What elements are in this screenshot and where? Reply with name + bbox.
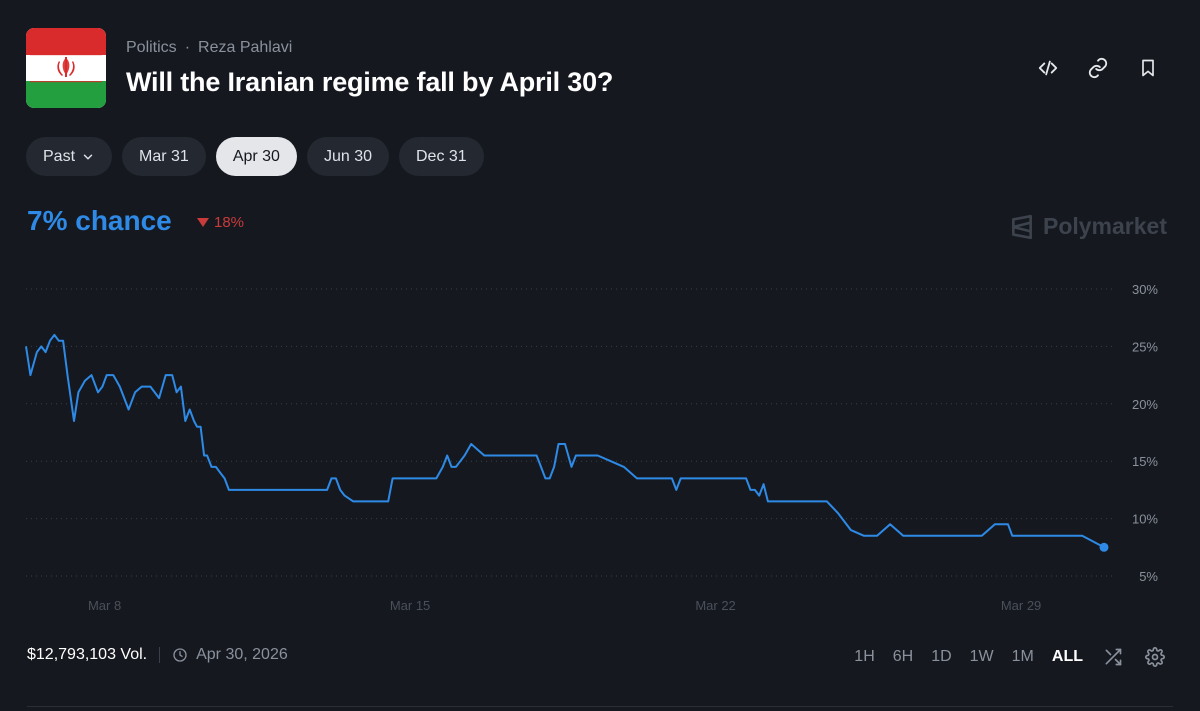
shuffle-button[interactable] <box>1101 645 1125 669</box>
breadcrumb-separator: · <box>184 39 191 56</box>
date-tabs: Past Mar 31 Apr 30 Jun 30 Dec 31 <box>26 137 484 176</box>
gear-icon <box>1145 647 1165 667</box>
clock-icon <box>173 648 187 662</box>
breadcrumb-subcategory[interactable]: Reza Pahlavi <box>198 39 292 57</box>
link-icon <box>1088 57 1108 79</box>
brand-name: Polymarket <box>1042 213 1167 239</box>
tab-past[interactable]: Past <box>26 137 113 176</box>
breadcrumb: Politics · Reza Pahlavi <box>126 39 292 57</box>
tab-mar-31[interactable]: Mar 31 <box>122 137 206 176</box>
triangle-down-icon <box>197 217 209 227</box>
x-tick-label: Mar 29 <box>1001 598 1041 613</box>
y-tick-label: 10% <box>1132 512 1158 527</box>
change-value: 18% <box>214 214 245 231</box>
range-1m[interactable]: 1M <box>1012 648 1034 666</box>
range-1h[interactable]: 1H <box>854 648 874 666</box>
price-chart[interactable]: 30% 25% 20% 15% 10% 5% Mar 8 Mar 15 Mar 22 Mar 29 <box>0 260 1200 620</box>
embed-button[interactable] <box>1036 56 1060 80</box>
page-title: Will the Iranian regime fall by April 30… <box>126 67 614 97</box>
iran-flag-icon <box>26 28 106 108</box>
tab-label: Apr 30 <box>232 147 280 165</box>
market-footer: $12,793,103 Vol. Apr 30, 2026 <box>27 646 288 664</box>
market-page: Politics · Reza Pahlavi Will the Iranian… <box>0 0 1200 711</box>
bottom-divider <box>27 706 1173 707</box>
y-tick-label: 15% <box>1132 454 1158 469</box>
range-6h[interactable]: 6H <box>893 648 913 666</box>
range-selector: 1H 6H 1D 1W 1M ALL <box>854 645 1167 669</box>
tab-label: Jun 30 <box>323 147 372 165</box>
y-tick-label: 5% <box>1139 569 1158 584</box>
settings-button[interactable] <box>1143 645 1167 669</box>
bookmark-button[interactable] <box>1136 56 1160 80</box>
copy-link-button[interactable] <box>1086 56 1110 80</box>
divider <box>159 647 161 663</box>
shuffle-icon <box>1105 648 1122 666</box>
x-tick-label: Mar 22 <box>695 598 735 613</box>
y-tick-label: 20% <box>1132 397 1158 412</box>
x-tick-label: Mar 15 <box>390 598 430 613</box>
polymarket-logo: Polymarket <box>1009 213 1167 240</box>
change-indicator: 18% <box>197 214 244 231</box>
tab-label: Past <box>43 147 76 165</box>
range-1w[interactable]: 1W <box>970 648 994 666</box>
range-all[interactable]: ALL <box>1052 648 1083 666</box>
y-tick-label: 30% <box>1132 282 1158 297</box>
tab-label: Mar 31 <box>139 147 189 165</box>
tab-jun-30[interactable]: Jun 30 <box>306 137 389 176</box>
polymarket-icon <box>1012 214 1032 239</box>
end-date-text: Apr 30, 2026 <box>196 646 288 663</box>
volume: $12,793,103 Vol. <box>27 646 148 663</box>
tab-label: Dec 31 <box>416 147 467 165</box>
range-1d[interactable]: 1D <box>931 648 951 666</box>
x-tick-label: Mar 8 <box>88 598 121 613</box>
series-line <box>25 333 1105 549</box>
tab-dec-31[interactable]: Dec 31 <box>399 137 484 176</box>
end-date: Apr 30, 2026 <box>172 646 288 664</box>
header-actions <box>1036 56 1160 80</box>
breadcrumb-category[interactable]: Politics <box>126 39 177 57</box>
chance-value: 7% chance <box>27 205 172 236</box>
series-endpoint <box>1099 542 1109 552</box>
chevron-down-icon <box>83 154 93 159</box>
y-tick-label: 25% <box>1132 339 1158 354</box>
tab-apr-30[interactable]: Apr 30 <box>215 137 297 176</box>
code-icon <box>1038 60 1058 76</box>
bookmark-icon <box>1142 59 1154 77</box>
